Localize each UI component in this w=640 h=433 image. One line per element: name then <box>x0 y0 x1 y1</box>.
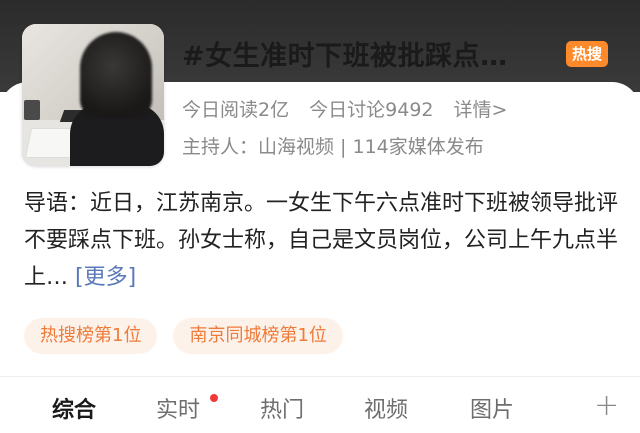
tag-hot-search-rank[interactable]: 热搜榜第1位 <box>24 318 158 354</box>
tab-comprehensive[interactable]: 综合 <box>52 392 96 424</box>
tab-hot[interactable]: 热门 <box>260 392 304 424</box>
tab-images[interactable]: 图片 <box>470 392 514 424</box>
divider <box>0 376 640 377</box>
topic-stats: 今日阅读2亿 今日讨论9492 详情> <box>182 95 521 122</box>
topic-card: #女生准时下班被批踩点… 热搜 今日阅读2亿 今日讨论9492 详情> 主持人：… <box>0 0 640 433</box>
tab-video[interactable]: 视频 <box>364 392 408 424</box>
topic-intro: 导语：近日，江苏南京。一女生下午六点准时下班被领导批评不要踩点下班。孙女士称，自… <box>24 185 624 296</box>
tab-realtime[interactable]: 实时 <box>156 392 200 424</box>
details-link[interactable]: 详情> <box>454 99 508 121</box>
new-dot-indicator <box>210 394 218 402</box>
host-info: 主持人：山海视频 | 114家媒体发布 <box>182 136 484 158</box>
read-count: 今日阅读2亿 <box>182 99 290 121</box>
rank-tags: 热搜榜第1位 南京同城榜第1位 <box>24 318 343 354</box>
discuss-count: 今日讨论9492 <box>309 99 434 121</box>
add-tab-icon[interactable]: + <box>594 388 619 423</box>
topic-title: #女生准时下班被批踩点… <box>182 41 508 72</box>
hot-badge: 热搜 <box>566 41 609 67</box>
tab-bar: 综合 实时 热门 视频 图片 + <box>0 388 640 432</box>
tag-nanjing-rank[interactable]: 南京同城榜第1位 <box>173 318 343 354</box>
more-link[interactable]: [更多] <box>75 265 136 290</box>
topic-thumbnail[interactable] <box>22 24 164 166</box>
